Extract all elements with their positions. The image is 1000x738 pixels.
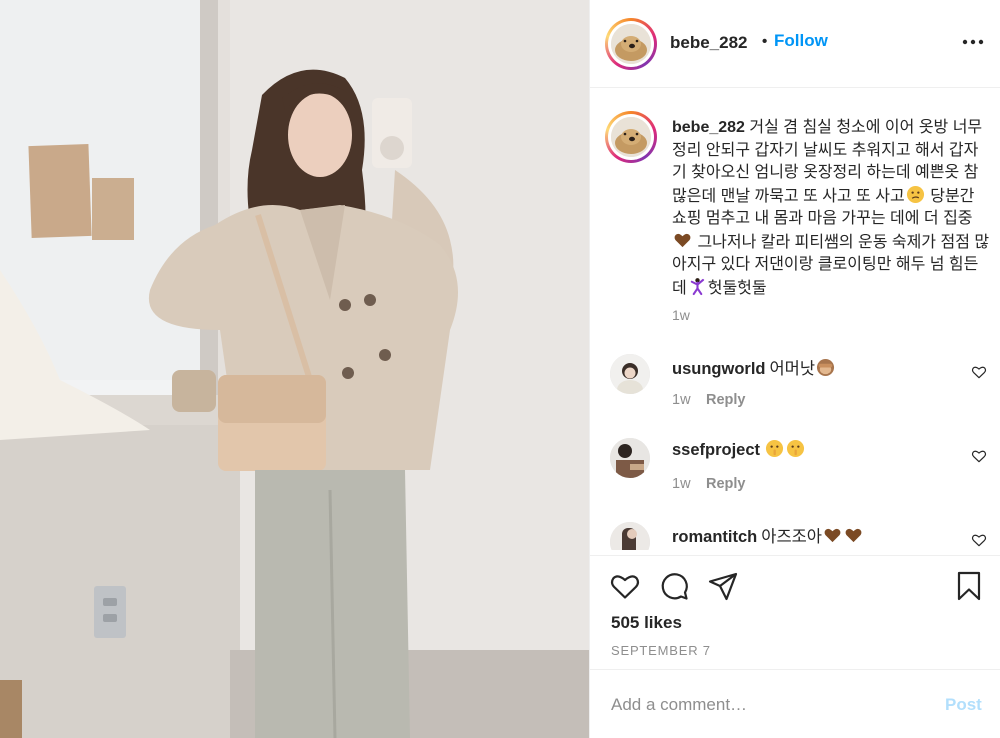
post-photo[interactable] [0,0,589,738]
user-photo-icon [610,438,650,478]
caption-author-avatar[interactable] [605,111,657,163]
comment-text: 어머낫 [769,360,816,378]
post-sidebar: bebe_282 • Follow bebe_282 거실 겸 침실 청소에 이… [589,0,1000,738]
like-comment-heart-icon[interactable] [971,532,987,548]
comment-input[interactable] [611,693,931,717]
author-username[interactable]: bebe_282 [670,33,748,53]
post-caption: bebe_282 거실 겸 침실 청소에 이어 옷방 너무 정리 안되구 갑자기… [672,117,990,300]
reply-button[interactable]: Reply [706,476,746,492]
dancer-emoji-icon [690,277,704,295]
comment-username[interactable]: usungworld [672,360,766,378]
user-photo-icon [610,354,650,394]
see-no-evil-monkey-emoji-icon [816,358,835,377]
more-options-icon[interactable] [960,32,986,52]
bookmark-icon[interactable] [953,570,985,602]
post-header: bebe_282 • Follow [590,0,1000,88]
user-photo-icon [610,522,650,550]
comment-body: ssefproject [672,439,806,460]
author-avatar[interactable] [605,18,657,70]
dog-avatar-icon [611,117,651,157]
like-comment-heart-icon[interactable] [971,448,987,464]
follow-button[interactable]: Follow [774,31,828,51]
add-comment-bar: Post [590,671,1000,738]
shushing-face-emoji-icon [765,439,784,458]
comment-item: ssefproject 1w Reply [590,424,1000,508]
commenter-avatar[interactable] [610,438,650,478]
share-icon[interactable] [707,570,739,602]
comment-text: 아즈조아 [761,528,822,546]
brown-heart-emoji-icon [845,528,862,543]
caption-text-4: 헛둘헛둘 [707,279,767,297]
heart-icon[interactable] [609,570,641,602]
post-actions: 505 likes SEPTEMBER 7 [590,555,1000,670]
caption-timestamp[interactable]: 1w [672,307,690,323]
post-photo-illustration [0,0,589,738]
post-comment-button[interactable]: Post [945,695,982,715]
comment-item: usungworld 어머낫 1w Reply [590,340,1000,424]
brown-heart-emoji-icon [674,233,691,247]
comment-timestamp[interactable]: 1w [672,392,691,408]
post-date[interactable]: SEPTEMBER 7 [611,643,711,658]
comment-body: usungworld 어머낫 [672,355,836,379]
dog-avatar-icon [611,24,651,64]
shushing-face-emoji-icon [786,439,805,458]
comment-username[interactable]: ssefproject [672,441,760,459]
caption-username[interactable]: bebe_282 [672,119,745,136]
reply-button[interactable]: Reply [706,392,746,408]
likes-count[interactable]: 505 likes [611,613,682,633]
like-comment-heart-icon[interactable] [971,364,987,380]
commenter-avatar[interactable] [610,522,650,550]
commenter-avatar[interactable] [610,354,650,394]
confused-face-emoji-icon [906,185,924,203]
comment-body: romantitch 아즈조아 [672,523,864,547]
separator-dot: • [762,33,768,50]
comment-item: romantitch 아즈조아 [590,508,1000,550]
comment-username[interactable]: romantitch [672,528,757,546]
brown-heart-emoji-icon [824,528,841,543]
comments-list[interactable]: usungworld 어머낫 1w Reply ssefproject 1w Re… [590,340,1000,550]
comment-timestamp[interactable]: 1w [672,476,691,492]
comment-icon[interactable] [658,570,690,602]
